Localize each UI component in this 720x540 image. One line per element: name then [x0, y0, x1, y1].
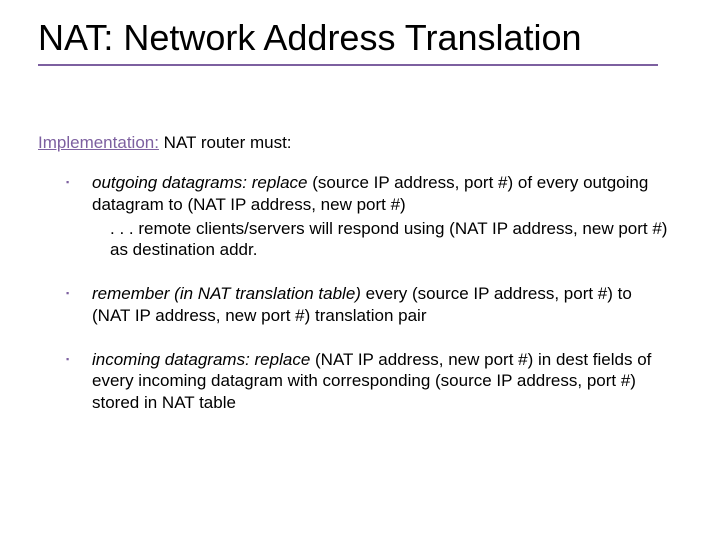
bullet-lead: outgoing datagrams: replace — [92, 173, 307, 192]
slide-title: NAT: Network Address Translation — [38, 18, 658, 66]
slide: NAT: Network Address Translation Impleme… — [0, 0, 720, 540]
bullet-subtext: . . . remote clients/servers will respon… — [92, 218, 672, 262]
bullet-lead: incoming datagrams: replace — [92, 350, 310, 369]
subtitle-rest: NAT router must: — [159, 133, 292, 152]
subtitle-label: Implementation: — [38, 133, 159, 152]
bullet-item: remember (in NAT translation table) ever… — [92, 283, 672, 327]
bullet-item: incoming datagrams: replace (NAT IP addr… — [92, 349, 672, 414]
slide-subtitle: Implementation: NAT router must: — [38, 133, 292, 153]
slide-body: outgoing datagrams: replace (source IP a… — [92, 172, 672, 436]
bullet-lead: remember (in NAT translation table) — [92, 284, 361, 303]
bullet-item: outgoing datagrams: replace (source IP a… — [92, 172, 672, 261]
